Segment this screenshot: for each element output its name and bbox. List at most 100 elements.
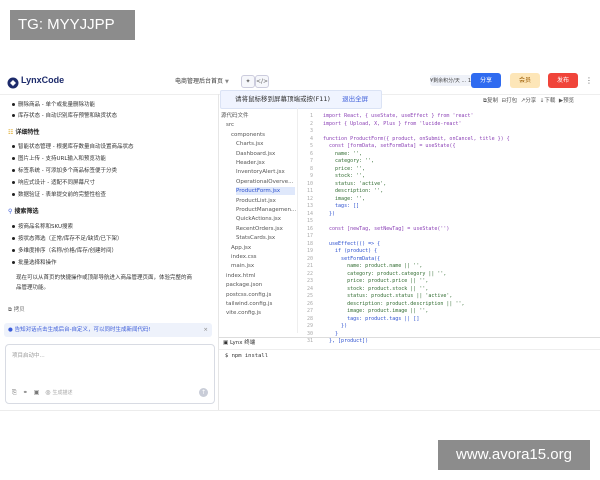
info-icon: ●: [8, 327, 13, 333]
terminal-command: $ npm install: [225, 353, 269, 359]
file-tree-item[interactable]: postcss.config.js: [226, 291, 295, 299]
bullet: [12, 157, 15, 160]
file-tree-item[interactable]: OperationalOverve...: [236, 178, 295, 186]
user-icon[interactable]: ⋮: [585, 76, 593, 85]
download-tool[interactable]: ↓下载: [540, 98, 556, 104]
input-placeholder: 项目启动中...: [12, 353, 45, 359]
file-tree-item[interactable]: index.css: [231, 253, 295, 261]
search-icon: ⚲: [8, 208, 13, 215]
file-tree-item[interactable]: Charts.jsx: [236, 140, 295, 148]
terminal-tab[interactable]: Lynx 终端: [230, 340, 255, 346]
close-icon[interactable]: ×: [203, 323, 208, 337]
chat-line: 库存状态 - 自动识别库存预警和缺货状态: [18, 113, 117, 119]
pack-tool[interactable]: ⊟打包: [501, 98, 517, 104]
watermark-top-left: TG: MYYJJPP: [10, 10, 135, 40]
chat-line: 按商品名称和SKU搜索: [18, 224, 73, 230]
file-tree-item[interactable]: src: [226, 121, 295, 129]
code-line: }): [323, 210, 336, 217]
chat-panel: 删除商品 - 单个或批量删除功能 库存状态 - 自动识别库存预警和缺货状态 ☷ …: [0, 94, 218, 304]
magic-icon[interactable]: ✦: [241, 75, 255, 88]
bullet: [12, 193, 15, 196]
file-tree-item[interactable]: App.jsx: [231, 244, 295, 252]
code-line: import { Upload, X, Plus } from 'lucide-…: [323, 120, 462, 127]
file-tree-item[interactable]: components: [231, 131, 295, 139]
file-tree-item[interactable]: StatsCards.jsx: [236, 234, 295, 242]
file-tree-item[interactable]: ProductForm.jsx: [236, 187, 295, 196]
chat-line: 响应式设计 - 适配不同屏幕尺寸: [18, 180, 95, 186]
file-tree-item[interactable]: main.jsx: [231, 262, 295, 270]
chat-line: 按状态筛选（正常/库存不足/缺货/已下架）: [18, 236, 123, 242]
bullet: [12, 145, 15, 148]
editor-toolbar: ⧉复制 ⊟打包 ↗分享 ↓下载 ▶预览: [483, 96, 574, 105]
bullet: [12, 261, 15, 264]
chat-line: 图片上传 - 支持URL输入和预览功能: [18, 156, 106, 162]
project-selector[interactable]: 电商管理后台首页 ▼: [175, 76, 229, 85]
file-tree-item[interactable]: ProductManagemen...: [236, 206, 296, 214]
bullet: [12, 181, 15, 184]
fullscreen-banner: 请将鼠标移到屏幕顶端或按(F11) 退出全屏: [220, 90, 382, 109]
link-icon[interactable]: ⚭: [23, 389, 28, 396]
image-icon[interactable]: ▣: [34, 389, 40, 396]
chat-line: 删除商品 - 单个或批量删除功能: [18, 102, 95, 108]
chat-line: 智能状态管理 - 根据库存数量自动设置商品状态: [18, 144, 134, 150]
code-icon[interactable]: </>: [255, 75, 269, 88]
file-tree-item[interactable]: index.html: [226, 272, 295, 280]
code-editor[interactable]: 1 import React, { useState, useEffect } f…: [299, 108, 600, 344]
lynxcode-logo-icon: [7, 74, 19, 89]
hint-bar: ● 告知对话点击生成后台-自定义，可以同时生成新闻代码! ×: [4, 323, 212, 337]
chevron-down-icon: ▼: [224, 79, 229, 85]
bullet: [12, 169, 15, 172]
copy-icon: ⧉: [8, 307, 12, 313]
file-tree-item[interactable]: RecentOrders.jsx: [236, 225, 295, 233]
chat-line: 多维度排序（名称/价格/库存/创建时间）: [18, 248, 118, 254]
copy-button[interactable]: ⧉ 拷贝: [8, 305, 25, 314]
attach-icon[interactable]: ⎘: [12, 389, 17, 396]
section-heading: ⚲ 搜索筛选: [8, 208, 39, 215]
section-heading: ☷ 详细特性: [8, 129, 40, 136]
file-tree-item[interactable]: ProductList.jsx: [236, 197, 295, 205]
terminal-body[interactable]: $ npm install: [219, 349, 600, 409]
file-tree-item[interactable]: vite.config.js: [226, 309, 295, 317]
exit-fullscreen-link[interactable]: 退出全屏: [342, 95, 368, 103]
send-button[interactable]: ↑: [199, 388, 208, 397]
chat-line: 批量选择和操作: [18, 260, 57, 266]
file-tree-item[interactable]: tailwind.config.js: [226, 300, 295, 308]
terminal-icon: ▣: [223, 340, 229, 346]
bullet: [12, 103, 15, 106]
bullet: [12, 114, 15, 117]
bullet: [12, 237, 15, 240]
banner-text: 请将鼠标移到屏幕顶端或按(F11): [235, 95, 331, 103]
app-name: LynxCode: [21, 75, 65, 85]
chat-input[interactable]: 项目启动中... ⎘ ⚭ ▣ ◎ 生成描述 ↑: [5, 344, 215, 404]
summary-line: 现在可以从首页的快捷操作或顶部导航进入商品管理页面，体验完整的商: [16, 275, 193, 281]
file-tree-item[interactable]: Header.jsx: [236, 159, 295, 167]
chat-line: 标签系统 - 可添加多个商品标签便于分类: [18, 168, 117, 174]
publish-button[interactable]: 发布: [548, 73, 578, 88]
list-icon: ☷: [8, 129, 14, 136]
share-tool[interactable]: ↗分享: [521, 98, 537, 104]
bullet: [12, 249, 15, 252]
member-label: 会员: [518, 77, 531, 84]
share-button[interactable]: 分享: [471, 73, 501, 88]
watermark-bottom-right: www.avora15.org: [438, 440, 590, 470]
share-label: 分享: [479, 77, 492, 84]
copy-tool[interactable]: ⧉复制: [483, 98, 498, 104]
file-tree: 源代码文件 src components Charts.jsx Dashboard.js…: [219, 108, 298, 333]
file-tree-item[interactable]: QuickActions.jsx: [236, 215, 295, 223]
publish-label: 发布: [556, 77, 569, 84]
code-line: const [newTag, setNewTag] = useState(''): [323, 225, 450, 232]
project-name: 电商管理后台首页: [175, 78, 224, 85]
describe-icon[interactable]: ◎: [45, 389, 50, 396]
member-button[interactable]: 会员: [510, 73, 540, 88]
chat-line: 数据验证 - 表单提交前的完整性检查: [18, 192, 106, 198]
file-tree-item[interactable]: 源代码文件: [221, 112, 295, 120]
file-tree-item[interactable]: InventoryAlert.jsx: [236, 168, 295, 176]
divider: [0, 410, 600, 411]
summary-line: 品管理功能。: [16, 285, 50, 291]
file-tree-item[interactable]: Dashboard.jsx: [236, 150, 295, 158]
input-tools-label: 生成描述: [52, 390, 73, 396]
input-tools: ⎘ ⚭ ▣ ◎ 生成描述: [12, 389, 72, 397]
file-tree-item[interactable]: package.json: [226, 281, 295, 289]
preview-tool[interactable]: ▶预览: [559, 98, 574, 104]
bullet: [12, 225, 15, 228]
